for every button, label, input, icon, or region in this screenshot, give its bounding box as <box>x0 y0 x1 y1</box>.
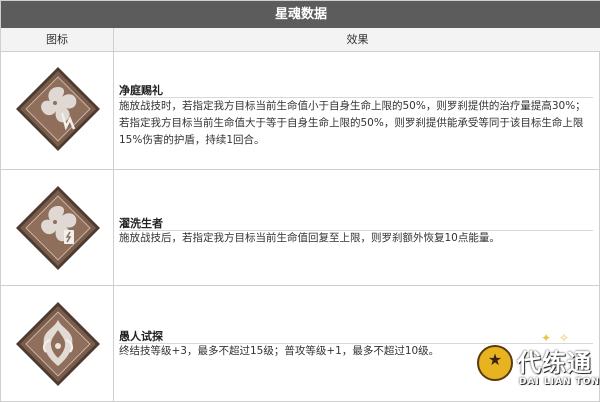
watermark-text: 代练通 <box>517 349 592 377</box>
column-header-icon: 图标 <box>1 28 114 52</box>
effect-description: 施放战技时，若指定我方目标当前生命值小于自身生命上限的50%，则罗刹提供的治疗量… <box>119 100 586 146</box>
watermark-subtext: DAI LIAN TONG <box>519 377 600 387</box>
effect-description: 施放战技后，若指定我方目标当前生命值回复至上限，则罗刹额外恢复10点能量。 <box>119 232 500 244</box>
effect-name: 愚人试探 <box>119 330 163 343</box>
row-effect-cell: 净庭赐礼 施放战技时，若指定我方目标当前生命值小于自身生命上限的50%，则罗刹提… <box>114 52 600 169</box>
effect-name: 净庭赐礼 <box>119 84 163 97</box>
flower-bolt-emblem-icon <box>14 184 102 272</box>
flower-claw-emblem-icon <box>14 65 102 153</box>
table-header-row: 图标 效果 <box>1 28 600 52</box>
table-row: 净庭赐礼 施放战技时，若指定我方目标当前生命值小于自身生命上限的50%，则罗刹提… <box>1 52 600 170</box>
column-header-effect: 效果 <box>346 33 369 46</box>
row-icon-cell <box>1 52 114 169</box>
table-title: 星魂数据 <box>1 1 600 28</box>
watermark-logo: ✦ ✧ ★ 代练通 DAI LIAN TONG <box>471 331 600 401</box>
effect-name: 濯洗生者 <box>119 217 163 230</box>
row-icon-cell <box>1 286 114 402</box>
star-soul-table: 星魂数据 图标 效果 净庭赐礼 施放战技时，若指定我方目标当前生命值小于自身生命… <box>0 0 600 402</box>
table-row: 濯洗生者 施放战技后，若指定我方目标当前生命值回复至上限，则罗刹额外恢复10点能… <box>1 170 600 286</box>
row-icon-cell <box>1 170 114 285</box>
watermark-star-icon: ★ <box>487 350 503 369</box>
flame-crest-emblem-icon <box>14 300 102 388</box>
row-effect-cell: 濯洗生者 施放战技后，若指定我方目标当前生命值回复至上限，则罗刹额外恢复10点能… <box>114 170 600 285</box>
